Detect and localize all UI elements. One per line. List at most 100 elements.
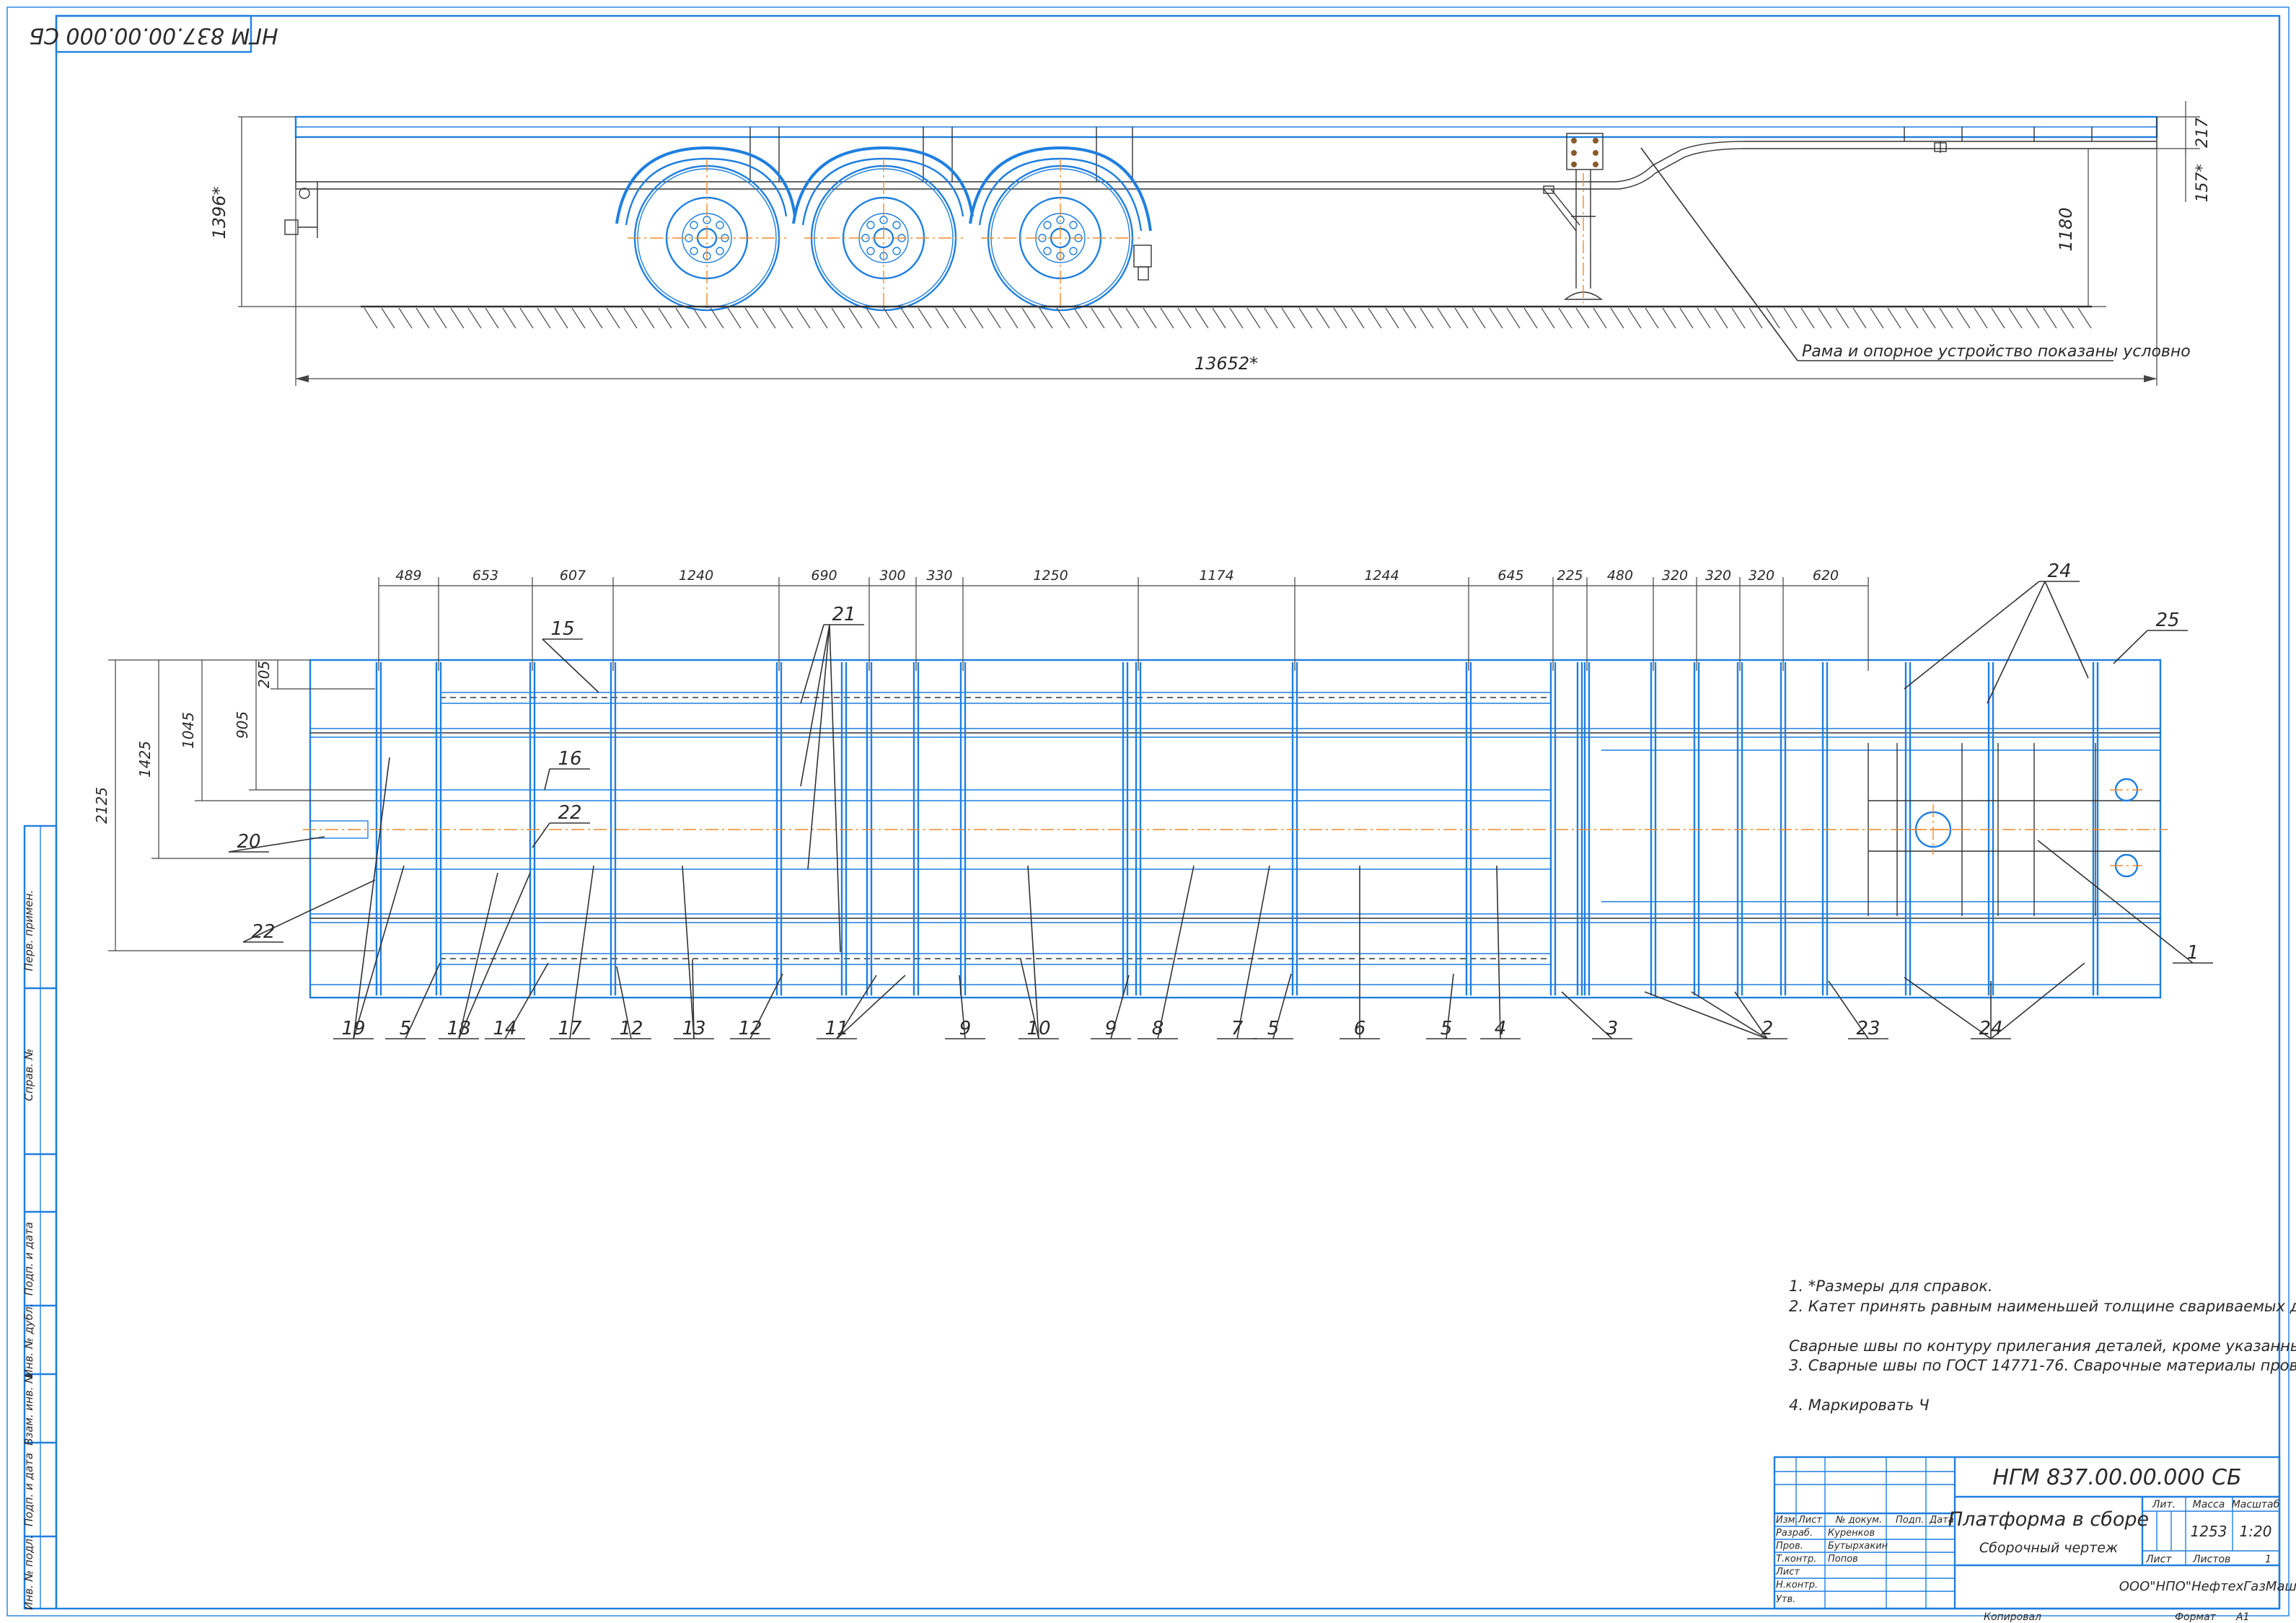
callout-bottom-8: 11: [824, 1018, 848, 1039]
tb-col-doc: № докум.: [1835, 1515, 1882, 1526]
strip-ref-no: Справ. №: [22, 1049, 35, 1101]
note-4: 4. Маркировать Ч: [1789, 1397, 1929, 1414]
tb-mass: 1253: [2191, 1523, 2227, 1540]
top-dim-13: 320: [1662, 568, 1688, 584]
tb-role-check: Пров.: [1776, 1541, 1803, 1552]
strip-first-use: Перв. примен.: [22, 890, 35, 972]
top-dim-1: 653: [472, 568, 498, 584]
rotated-designation-stamp: НГМ 837.00.00.000 СБ: [29, 14, 278, 53]
tb-mass-label: Масса: [2193, 1499, 2225, 1510]
side-view: 1396* 1180 217 157* 13652* Рама и опорно…: [209, 101, 2212, 386]
callout-bottom-22: 1: [2187, 942, 2199, 964]
top-dim-9: 1244: [1364, 568, 1399, 584]
plan-left-dimensions: 205 905 1045 1425 2125: [93, 659, 375, 951]
callout-top-4: 20: [237, 831, 260, 853]
tb-person-2: Бутырхакин: [1828, 1541, 1888, 1552]
stamp-text: НГМ 837.00.00.000 СБ: [29, 23, 278, 48]
plan-top-dimensions: 489 653 607 1240 690 300 330 1250 1174 1244 645 225…: [378, 568, 1869, 671]
callout-top-1: 21: [832, 604, 855, 625]
tb-sheets: 1: [2265, 1554, 2271, 1565]
title-block: Изм. Лист № докум. Подп. Дата Разраб. Пр…: [1773, 1456, 2296, 1623]
axle-3: [969, 146, 1152, 312]
tb-person-3: Попов: [1828, 1554, 1858, 1565]
callout-bottom-20: 23: [1856, 1018, 1880, 1039]
top-dim-14: 320: [1705, 568, 1731, 584]
callout-top-6: 24: [2047, 560, 2071, 582]
left-side-strip: Перв. примен. Справ. № Подп. и дата Инв.…: [22, 824, 58, 1610]
callout-bottom-14: 5: [1267, 1018, 1280, 1039]
dim-height: 1396*: [209, 186, 229, 239]
left-dim-0: 205: [255, 661, 273, 688]
tb-name: Платформа в сборе: [1948, 1508, 2149, 1531]
note-2: 2. Катет принять равным наименьшей толщи…: [1789, 1298, 2296, 1315]
top-dim-0: 489: [395, 568, 421, 584]
tb-format: Формат: [2175, 1611, 2217, 1623]
dim-gooseneck: 157*: [2194, 164, 2212, 203]
side-view-note-text: Рама и опорное устройство показаны услов…: [1802, 343, 2191, 361]
top-dim-5: 300: [879, 568, 905, 584]
top-dim-3: 1240: [679, 568, 713, 584]
tb-scale-label: Масштаб: [2232, 1499, 2280, 1510]
left-dim-2: 1045: [180, 712, 197, 749]
drawing-sheet: НГМ 837.00.00.000 СБ Перв. примен. Справ…: [6, 6, 2296, 1623]
note-3: 3. Сварные швы по ГОСТ 14771-76. Сварочн…: [1789, 1357, 2296, 1374]
tb-sheet-label: Лист: [2145, 1554, 2172, 1565]
note-2b: Сварные швы по контуру прилегания детале…: [1789, 1337, 2296, 1355]
left-dim-3: 1425: [136, 741, 154, 778]
tb-col-sign: Подп.: [1896, 1515, 1924, 1526]
tb-role-dev: Разраб.: [1776, 1528, 1813, 1539]
tb-scale: 1:20: [2240, 1523, 2272, 1540]
strip-dup-inv: Инв. № дубл.: [22, 1303, 35, 1378]
tb-designation: НГМ 837.00.00.000 СБ: [1992, 1465, 2241, 1490]
tb-format-value: А1: [2235, 1611, 2249, 1623]
technical-notes: 1. *Размеры для справок. 2. Катет принят…: [1789, 1277, 2296, 1414]
dim-overall-length: 13652*: [1195, 353, 1258, 374]
plan-view: 489 653 607 1240 690 300 330 1250 1174 1244 645 22 5…: [93, 560, 2213, 1039]
tb-person-1: Куренков: [1828, 1528, 1875, 1539]
tb-doc-type: Сборочный чертеж: [1979, 1540, 2118, 1556]
top-dim-12: 480: [1607, 568, 1633, 584]
callout-bottom-3: 14: [493, 1018, 516, 1039]
strip-sign-date-2: Подп. и дата: [22, 1453, 35, 1526]
sheet-frame: [6, 6, 2290, 1617]
top-dim-4: 690: [811, 568, 837, 584]
side-view-note: Рама и опорное устройство показаны услов…: [1640, 147, 2191, 361]
top-dim-16: 620: [1813, 568, 1839, 584]
top-dim-2: 607: [560, 568, 586, 584]
rear-light-icon: [284, 188, 317, 235]
top-dim-6: 330: [926, 568, 952, 584]
left-dim-1: 905: [234, 711, 251, 739]
callout-top-7: 25: [2155, 610, 2179, 631]
dim-deck-thickness: 217: [2194, 118, 2212, 148]
tb-sheets-label: Листов: [2192, 1554, 2230, 1565]
top-dim-8: 1174: [1199, 568, 1233, 584]
tb-copied: Копировал: [1984, 1611, 2041, 1623]
top-dim-15: 320: [1749, 568, 1774, 584]
tb-col-izm: Изм.: [1776, 1515, 1798, 1526]
tb-role-sheet: Лист: [1775, 1567, 1800, 1578]
top-dim-10: 645: [1497, 568, 1523, 584]
strip-sign-date-1: Подп. и дата: [22, 1222, 35, 1296]
tb-lit-label: Лит.: [2152, 1499, 2176, 1510]
left-dim-4: 2125: [93, 787, 110, 824]
plan-callouts: 19 5 18 14 17 12 13 12 11 9 10 9 8 7 5 6 5 4 3 2 23 241152116…: [228, 560, 2213, 1039]
tb-col-list: Лист: [1798, 1515, 1822, 1526]
dim-deck-height: 1180: [2056, 207, 2076, 251]
callout-top-0: 15: [550, 618, 574, 640]
top-dim-7: 1250: [1033, 568, 1068, 584]
axle-2: [792, 146, 974, 312]
strip-orig-inv: Инв. № подл.: [22, 1535, 35, 1609]
callout-top-2: 16: [558, 748, 581, 770]
strip-replace-inv: Взам. инв. №: [22, 1372, 35, 1446]
axle-1: [615, 146, 796, 312]
note-1: 1. *Размеры для справок.: [1789, 1277, 1993, 1295]
callout-bottom-11: 9: [1105, 1018, 1117, 1039]
callout-bottom-18: 3: [1606, 1018, 1619, 1039]
tb-role-ncontrol: Н.контр.: [1776, 1580, 1818, 1591]
tb-role-tcontrol: Т.контр.: [1776, 1554, 1816, 1565]
tb-role-approve: Утв.: [1776, 1594, 1795, 1605]
callout-top-3: 22: [558, 802, 581, 824]
ground-line: [361, 305, 2092, 329]
landing-gear: [1543, 133, 1604, 303]
tb-company: ООО"НПО"НефтехГазМаш": [2119, 1579, 2296, 1594]
